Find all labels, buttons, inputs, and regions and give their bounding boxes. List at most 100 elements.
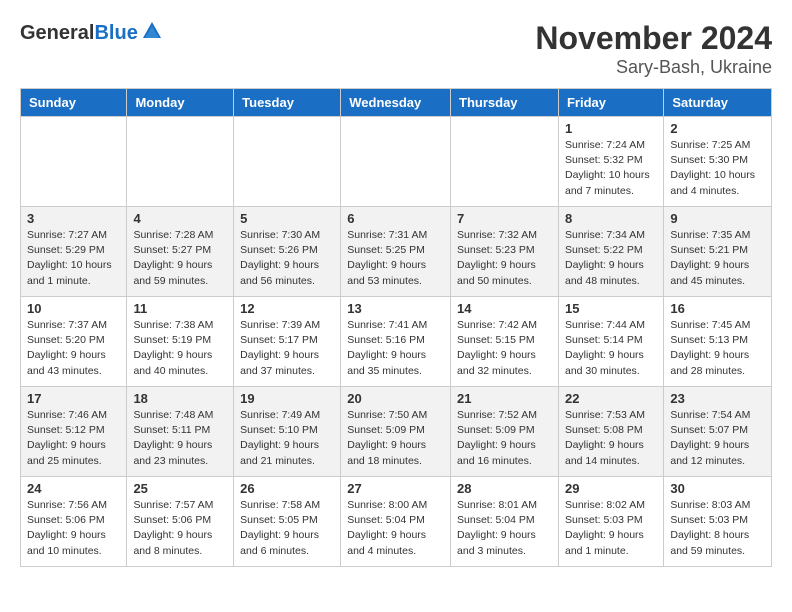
day-info: Sunrise: 7:38 AM Sunset: 5:19 PM Dayligh…: [133, 318, 227, 379]
calendar-day-cell: 22 Sunrise: 7:53 AM Sunset: 5:08 PM Dayli…: [558, 387, 663, 477]
calendar-day-cell: 10Sunrise: 7:37 AM Sunset: 5:20 PM Dayli…: [21, 297, 127, 387]
calendar-day-cell: [21, 117, 127, 207]
day-info: Sunrise: 7:25 AM Sunset: 5:30 PM Dayligh…: [670, 138, 765, 199]
page-title: November 2024: [535, 20, 772, 57]
day-info: Sunrise: 7:28 AM Sunset: 5:27 PM Dayligh…: [133, 228, 227, 289]
calendar-day-cell: [451, 117, 559, 207]
calendar-week-row: 10Sunrise: 7:37 AM Sunset: 5:20 PM Dayli…: [21, 297, 772, 387]
calendar-day-cell: 20 Sunrise: 7:50 AM Sunset: 5:09 PM Dayli…: [341, 387, 451, 477]
weekday-header: Sunday: [21, 89, 127, 117]
calendar-week-row: 24 Sunrise: 7:56 AM Sunset: 5:06 PM Dayli…: [21, 477, 772, 567]
day-number: 22: [565, 391, 657, 406]
calendar-day-cell: 19Sunrise: 7:49 AM Sunset: 5:10 PM Dayli…: [234, 387, 341, 477]
day-info: Sunrise: 7:27 AM Sunset: 5:29 PM Dayligh…: [27, 228, 120, 289]
day-info: Sunrise: 7:34 AM Sunset: 5:22 PM Dayligh…: [565, 228, 657, 289]
calendar-day-cell: 11 Sunrise: 7:38 AM Sunset: 5:19 PM Dayli…: [127, 297, 234, 387]
calendar-day-cell: 15Sunrise: 7:44 AM Sunset: 5:14 PM Dayli…: [558, 297, 663, 387]
day-number: 7: [457, 211, 552, 226]
weekday-header: Friday: [558, 89, 663, 117]
day-number: 16: [670, 301, 765, 316]
day-info: Sunrise: 7:41 AM Sunset: 5:16 PM Dayligh…: [347, 318, 444, 379]
calendar-day-cell: 23 Sunrise: 7:54 AM Sunset: 5:07 PM Dayli…: [664, 387, 772, 477]
calendar-day-cell: 26Sunrise: 7:58 AM Sunset: 5:05 PM Dayli…: [234, 477, 341, 567]
calendar-day-cell: 28 Sunrise: 8:01 AM Sunset: 5:04 PM Dayli…: [451, 477, 559, 567]
day-number: 6: [347, 211, 444, 226]
weekday-header: Saturday: [664, 89, 772, 117]
calendar-day-cell: 14Sunrise: 7:42 AM Sunset: 5:15 PM Dayli…: [451, 297, 559, 387]
day-number: 30: [670, 481, 765, 496]
calendar-day-cell: 5Sunrise: 7:30 AM Sunset: 5:26 PM Daylig…: [234, 207, 341, 297]
calendar-day-cell: 6 Sunrise: 7:31 AM Sunset: 5:25 PM Daylig…: [341, 207, 451, 297]
day-number: 14: [457, 301, 552, 316]
day-info: Sunrise: 7:39 AM Sunset: 5:17 PM Dayligh…: [240, 318, 334, 379]
day-info: Sunrise: 7:46 AM Sunset: 5:12 PM Dayligh…: [27, 408, 120, 469]
title-block: November 2024 Sary-Bash, Ukraine: [535, 20, 772, 78]
weekday-header: Tuesday: [234, 89, 341, 117]
day-info: Sunrise: 7:48 AM Sunset: 5:11 PM Dayligh…: [133, 408, 227, 469]
logo-general: General: [20, 22, 94, 44]
day-info: Sunrise: 7:32 AM Sunset: 5:23 PM Dayligh…: [457, 228, 552, 289]
day-number: 15: [565, 301, 657, 316]
day-number: 25: [133, 481, 227, 496]
day-info: Sunrise: 8:02 AM Sunset: 5:03 PM Dayligh…: [565, 498, 657, 559]
day-info: Sunrise: 7:53 AM Sunset: 5:08 PM Dayligh…: [565, 408, 657, 469]
calendar-table: SundayMondayTuesdayWednesdayThursdayFrid…: [20, 88, 772, 567]
day-number: 18: [133, 391, 227, 406]
day-number: 12: [240, 301, 334, 316]
day-number: 19: [240, 391, 334, 406]
day-number: 24: [27, 481, 120, 496]
day-number: 11: [133, 301, 227, 316]
logo-icon: [141, 20, 163, 47]
weekday-header-row: SundayMondayTuesdayWednesdayThursdayFrid…: [21, 89, 772, 117]
calendar-day-cell: [234, 117, 341, 207]
day-info: Sunrise: 7:35 AM Sunset: 5:21 PM Dayligh…: [670, 228, 765, 289]
day-number: 28: [457, 481, 552, 496]
day-number: 21: [457, 391, 552, 406]
weekday-header: Wednesday: [341, 89, 451, 117]
day-info: Sunrise: 7:56 AM Sunset: 5:06 PM Dayligh…: [27, 498, 120, 559]
day-number: 4: [133, 211, 227, 226]
calendar-day-cell: 9Sunrise: 7:35 AM Sunset: 5:21 PM Daylig…: [664, 207, 772, 297]
day-number: 23: [670, 391, 765, 406]
logo: GeneralBlue: [20, 20, 163, 47]
day-info: Sunrise: 8:00 AM Sunset: 5:04 PM Dayligh…: [347, 498, 444, 559]
day-info: Sunrise: 7:50 AM Sunset: 5:09 PM Dayligh…: [347, 408, 444, 469]
day-info: Sunrise: 7:57 AM Sunset: 5:06 PM Dayligh…: [133, 498, 227, 559]
day-info: Sunrise: 7:31 AM Sunset: 5:25 PM Dayligh…: [347, 228, 444, 289]
calendar-day-cell: 12 Sunrise: 7:39 AM Sunset: 5:17 PM Dayli…: [234, 297, 341, 387]
calendar-day-cell: 17 Sunrise: 7:46 AM Sunset: 5:12 PM Dayli…: [21, 387, 127, 477]
day-number: 8: [565, 211, 657, 226]
day-info: Sunrise: 7:58 AM Sunset: 5:05 PM Dayligh…: [240, 498, 334, 559]
calendar-day-cell: 3Sunrise: 7:27 AM Sunset: 5:29 PM Daylig…: [21, 207, 127, 297]
calendar-day-cell: 27 Sunrise: 8:00 AM Sunset: 5:04 PM Dayli…: [341, 477, 451, 567]
day-number: 2: [670, 121, 765, 136]
day-info: Sunrise: 8:01 AM Sunset: 5:04 PM Dayligh…: [457, 498, 552, 559]
day-number: 20: [347, 391, 444, 406]
weekday-header: Thursday: [451, 89, 559, 117]
calendar-day-cell: 8 Sunrise: 7:34 AM Sunset: 5:22 PM Daylig…: [558, 207, 663, 297]
day-number: 17: [27, 391, 120, 406]
calendar-day-cell: [341, 117, 451, 207]
calendar-day-cell: 13Sunrise: 7:41 AM Sunset: 5:16 PM Dayli…: [341, 297, 451, 387]
day-info: Sunrise: 7:54 AM Sunset: 5:07 PM Dayligh…: [670, 408, 765, 469]
day-number: 1: [565, 121, 657, 136]
day-number: 27: [347, 481, 444, 496]
calendar-day-cell: 24 Sunrise: 7:56 AM Sunset: 5:06 PM Dayli…: [21, 477, 127, 567]
day-info: Sunrise: 7:45 AM Sunset: 5:13 PM Dayligh…: [670, 318, 765, 379]
calendar-day-cell: 1 Sunrise: 7:24 AM Sunset: 5:32 PM Daylig…: [558, 117, 663, 207]
calendar-day-cell: 4 Sunrise: 7:28 AM Sunset: 5:27 PM Daylig…: [127, 207, 234, 297]
weekday-header: Monday: [127, 89, 234, 117]
calendar-day-cell: 2 Sunrise: 7:25 AM Sunset: 5:30 PM Daylig…: [664, 117, 772, 207]
day-info: Sunrise: 7:24 AM Sunset: 5:32 PM Dayligh…: [565, 138, 657, 199]
calendar-day-cell: 7 Sunrise: 7:32 AM Sunset: 5:23 PM Daylig…: [451, 207, 559, 297]
day-info: Sunrise: 8:03 AM Sunset: 5:03 PM Dayligh…: [670, 498, 765, 559]
page-header: GeneralBlue November 2024 Sary-Bash, Ukr…: [20, 20, 772, 78]
day-number: 29: [565, 481, 657, 496]
calendar-day-cell: 30 Sunrise: 8:03 AM Sunset: 5:03 PM Dayli…: [664, 477, 772, 567]
calendar-day-cell: 16 Sunrise: 7:45 AM Sunset: 5:13 PM Dayli…: [664, 297, 772, 387]
calendar-week-row: 1 Sunrise: 7:24 AM Sunset: 5:32 PM Daylig…: [21, 117, 772, 207]
logo-blue: Blue: [94, 22, 137, 44]
calendar-day-cell: 25 Sunrise: 7:57 AM Sunset: 5:06 PM Dayli…: [127, 477, 234, 567]
day-number: 5: [240, 211, 334, 226]
calendar-day-cell: 29 Sunrise: 8:02 AM Sunset: 5:03 PM Dayli…: [558, 477, 663, 567]
